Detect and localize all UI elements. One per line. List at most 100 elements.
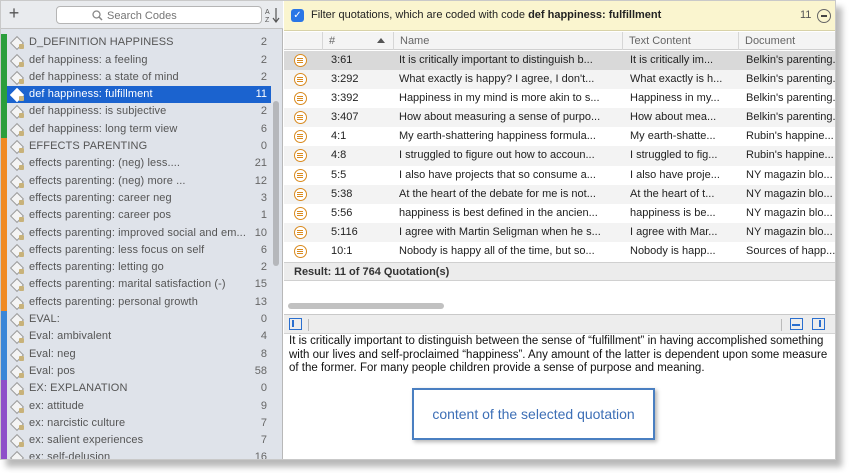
- code-list-item[interactable]: ex: narcistic culture 7: [1, 414, 271, 433]
- code-list-item[interactable]: effects parenting: less focus on self 6: [1, 241, 271, 260]
- column-header-text-content[interactable]: Text Content: [622, 32, 736, 50]
- sort-ascending-icon: [377, 38, 385, 43]
- code-list-item[interactable]: effects parenting: (neg) less.... 21: [1, 155, 271, 173]
- code-group-color-bar: [1, 68, 7, 87]
- code-icon: [11, 245, 24, 257]
- codes-panel: Communication D_DEFINITION HAPPINESS2def…: [1, 1, 283, 460]
- column-header-document[interactable]: Document: [738, 32, 835, 50]
- code-icon: [11, 89, 24, 102]
- quotation-icon: [294, 244, 307, 258]
- code-label: EFFECTS PARENTING: [29, 140, 148, 153]
- code-group-color-bar: [1, 207, 7, 225]
- code-group-color-bar: [1, 241, 7, 260]
- filter-checkbox[interactable]: ✓: [291, 9, 304, 22]
- code-group-color-bar: [1, 259, 7, 277]
- cell-id: 4:1: [331, 130, 347, 143]
- code-count: 9: [260, 399, 267, 412]
- code-list-item[interactable]: EVAL: 0: [1, 311, 271, 329]
- code-list-scrollbar[interactable]: [273, 101, 279, 266]
- code-label: ex: attitude: [29, 399, 85, 412]
- add-code-button[interactable]: +: [5, 4, 23, 23]
- code-icon: [11, 331, 24, 344]
- quotation-icon: [294, 130, 307, 144]
- table-row[interactable]: 3:61 It is critically important to distin…: [284, 51, 835, 71]
- table-row[interactable]: 3:292 What exactly is happy? I agree, I d…: [284, 70, 835, 90]
- table-row[interactable]: 3:392 Happiness in my mind is more akin t…: [284, 89, 835, 108]
- cell-id: 3:292: [331, 73, 359, 86]
- code-list-item[interactable]: Eval: ambivalent 4: [1, 328, 271, 346]
- code-list-item[interactable]: EFFECTS PARENTING 0: [1, 138, 271, 156]
- code-list-item[interactable]: ex: attitude 9: [1, 397, 271, 415]
- code-count: 6: [260, 122, 267, 135]
- table-row[interactable]: 5:38 At the heart of the debate for me is…: [284, 184, 835, 204]
- code-list-item[interactable]: def happiness: is subjective 2: [1, 103, 271, 121]
- filter-text: Filter quotations, which are coded with …: [311, 9, 661, 21]
- table-row[interactable]: 4:1 My earth-shattering happiness formula…: [284, 127, 835, 146]
- code-list-item[interactable]: Eval: neg 8: [1, 345, 271, 363]
- code-list-item[interactable]: def happiness: a feeling 2: [1, 51, 271, 69]
- code-list-item[interactable]: EX: EXPLANATION 0: [1, 380, 271, 398]
- table-row[interactable]: 5:116 I agree with Martin Seligman when h…: [284, 222, 835, 242]
- code-group-color-bar: [1, 380, 7, 398]
- code-list-item[interactable]: effects parenting: improved social and e…: [1, 224, 271, 242]
- cell-id: 5:56: [331, 206, 353, 219]
- code-count: 0: [260, 140, 267, 153]
- code-label: effects parenting: (neg) less....: [29, 157, 181, 170]
- callout-annotation: content of the selected quotation: [412, 388, 655, 440]
- toolbar-divider: [308, 319, 309, 331]
- cell-id: 3:61: [331, 54, 353, 66]
- code-list-item[interactable]: effects parenting: career neg 3: [1, 189, 271, 208]
- code-list-item[interactable]: ex: salient experiences 7: [1, 432, 271, 450]
- code-count: 12: [254, 174, 267, 187]
- code-icon: [11, 435, 24, 448]
- code-list-item[interactable]: def happiness: fulfillment 11: [1, 86, 271, 104]
- code-list-item[interactable]: effects parenting: personal growth 13: [1, 293, 271, 312]
- quotation-icon: [294, 168, 307, 182]
- code-group-color-bar: [1, 224, 7, 242]
- column-header-number[interactable]: #: [322, 32, 396, 50]
- code-icon: [11, 383, 24, 396]
- code-list-item[interactable]: effects parenting: (neg) more ... 12: [1, 172, 271, 190]
- search-codes-field[interactable]: [56, 6, 262, 24]
- callout-label: content of the selected quotation: [432, 406, 635, 422]
- code-list-item[interactable]: ex: self-delusion 16: [1, 449, 271, 460]
- remove-filter-button[interactable]: [817, 9, 831, 23]
- table-row[interactable]: 4:8 I struggled to figure out how to acco…: [284, 146, 835, 166]
- right-panel-icon[interactable]: [812, 318, 825, 330]
- cell-text-content: Nobody is happ...: [630, 244, 716, 257]
- code-list-item[interactable]: effects parenting: marital satisfaction …: [1, 276, 271, 294]
- code-icon: [11, 141, 24, 154]
- code-label: D_DEFINITION HAPPINESS: [29, 36, 174, 49]
- code-icon: [11, 452, 22, 459]
- code-list-item[interactable]: def happiness: a state of mind 2: [1, 68, 271, 87]
- column-header-name[interactable]: Name: [393, 32, 624, 50]
- table-row[interactable]: 5:5 I also have projects that so consume …: [284, 166, 835, 185]
- code-label: effects parenting: marital satisfaction …: [29, 278, 226, 291]
- code-list-item[interactable]: effects parenting: letting go 2: [1, 259, 271, 277]
- filter-code-name: def happiness: fulfillment: [528, 9, 662, 21]
- code-list-item[interactable]: effects parenting: career pos 1: [1, 207, 271, 225]
- table-row[interactable]: 3:407 How about measuring a sense of purp…: [284, 108, 835, 128]
- left-panel-icon[interactable]: [289, 318, 302, 330]
- quotation-icon: [294, 187, 307, 201]
- cell-text-content: I struggled to fig...: [630, 149, 718, 162]
- code-count: 6: [260, 243, 267, 256]
- search-codes-input[interactable]: [107, 8, 257, 23]
- code-list-item[interactable]: Eval: pos 58: [1, 362, 271, 381]
- bottom-panel-icon[interactable]: [790, 318, 803, 330]
- table-row[interactable]: 5:56 happiness is best defined in the anc…: [284, 204, 835, 223]
- table-row[interactable]: 10:1 Nobody is happy all of the time, but…: [284, 242, 835, 261]
- sort-az-icon[interactable]: A Z: [265, 6, 280, 24]
- toolbar-divider: [781, 319, 782, 331]
- code-icon: [11, 262, 24, 275]
- app-window: Communication D_DEFINITION HAPPINESS2def…: [0, 0, 836, 460]
- code-label: effects parenting: career neg: [29, 191, 172, 204]
- horizontal-scrollbar[interactable]: [288, 303, 444, 309]
- code-count: 16: [254, 451, 267, 460]
- code-count: 58: [254, 364, 267, 377]
- code-group-color-bar: [1, 172, 7, 190]
- code-list-item[interactable]: D_DEFINITION HAPPINESS 2: [1, 34, 271, 52]
- column-header-label: Text Content: [629, 35, 691, 47]
- code-list-item[interactable]: def happiness: long term view 6: [1, 120, 271, 139]
- code-group-color-bar: [1, 103, 7, 121]
